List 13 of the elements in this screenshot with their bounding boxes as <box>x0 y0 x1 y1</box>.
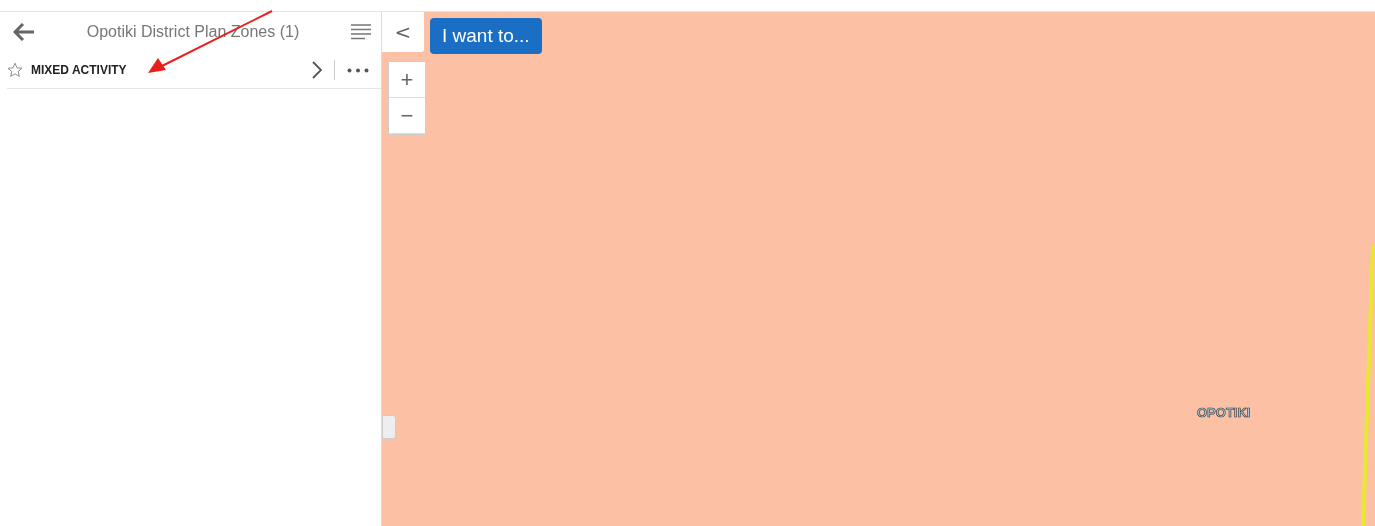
zoom-in-button[interactable]: + <box>389 62 425 98</box>
panel-title: Opotiki District Plan Zones (1) <box>85 23 301 41</box>
list-icon[interactable] <box>351 24 371 40</box>
more-options-icon[interactable] <box>347 67 369 73</box>
place-label: OPOTIKI <box>1197 405 1251 420</box>
i-want-to-button[interactable]: I want to... <box>430 18 542 54</box>
collapse-panel-button[interactable]: < <box>382 12 424 52</box>
result-label[interactable]: MIXED ACTIVITY <box>31 63 304 77</box>
map-area[interactable]: < + − I want to... OPOTIKI <box>382 12 1375 526</box>
resize-handle[interactable] <box>382 415 396 439</box>
star-icon[interactable] <box>7 62 23 78</box>
back-arrow-icon[interactable] <box>13 23 35 41</box>
chevron-right-icon[interactable] <box>312 61 322 79</box>
